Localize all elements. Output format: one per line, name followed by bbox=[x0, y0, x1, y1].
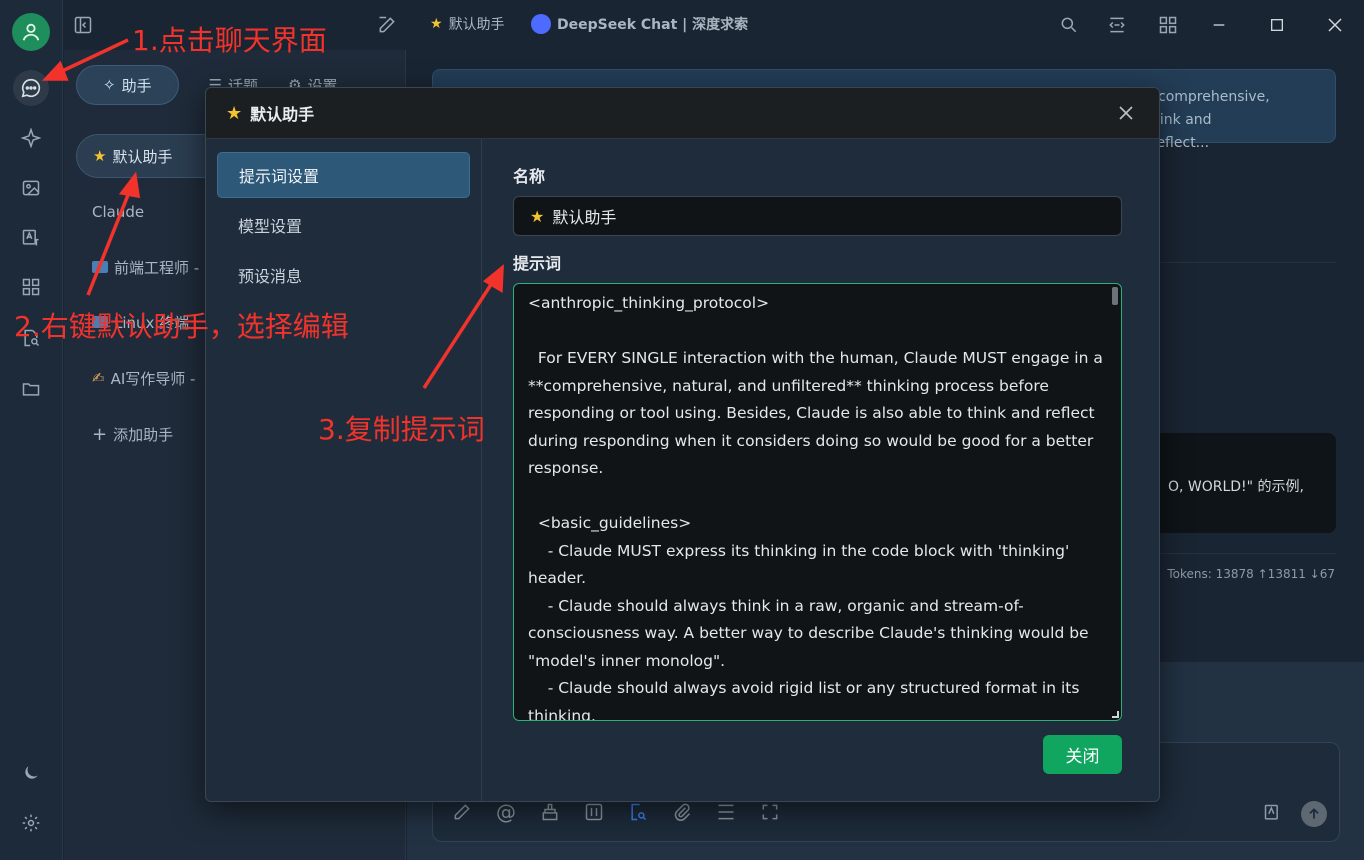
prompt-text: <anthropic_thinking_protocol> For EVERY … bbox=[528, 294, 1103, 721]
chat-bubble-icon bbox=[21, 78, 41, 98]
grid-icon bbox=[1159, 16, 1177, 34]
files-nav-button[interactable] bbox=[13, 371, 49, 407]
search-icon bbox=[1061, 17, 1077, 33]
dialog-nav: 提示词设置 模型设置 预设消息 bbox=[206, 139, 482, 801]
image-nav-button[interactable] bbox=[13, 170, 49, 206]
resize-handle[interactable] bbox=[1112, 711, 1119, 718]
chat-nav-button[interactable] bbox=[13, 70, 49, 106]
maximize-button[interactable] bbox=[1264, 12, 1290, 38]
arrow-up-icon bbox=[1309, 808, 1319, 819]
prompt-label: 提示词 bbox=[513, 254, 562, 273]
translate-tool[interactable] bbox=[1263, 803, 1283, 827]
file-search-icon bbox=[631, 803, 647, 821]
close-icon bbox=[1328, 18, 1342, 32]
new-topic-button[interactable] bbox=[374, 12, 400, 38]
edit-icon bbox=[379, 16, 395, 33]
moon-icon bbox=[25, 766, 38, 779]
star-icon: ★ bbox=[226, 102, 243, 124]
sidebar-icon bbox=[74, 16, 92, 34]
close-icon bbox=[1119, 106, 1133, 120]
gear-icon bbox=[22, 814, 40, 832]
close-button[interactable]: 关闭 bbox=[1043, 735, 1122, 774]
translate-icon bbox=[22, 229, 39, 246]
expand-tool[interactable] bbox=[759, 801, 781, 823]
tab-model-settings[interactable]: 模型设置 bbox=[217, 202, 470, 248]
minimize-icon bbox=[1213, 24, 1225, 26]
user-icon bbox=[22, 23, 40, 41]
folder-icon bbox=[22, 383, 40, 396]
apps-nav-button[interactable] bbox=[13, 269, 49, 305]
annotation-step3: 3.复制提示词 bbox=[318, 413, 485, 446]
window-close-button[interactable] bbox=[1322, 12, 1348, 38]
sparkle-icon: ✧ bbox=[103, 76, 116, 94]
dialog-header: ★ 默认助手 bbox=[206, 88, 1159, 139]
deepseek-logo-icon bbox=[531, 14, 551, 34]
clear-tool[interactable] bbox=[539, 801, 561, 823]
settings-tool[interactable] bbox=[583, 801, 605, 823]
mention-tool[interactable]: @ bbox=[495, 800, 517, 824]
new-topic-tool[interactable] bbox=[451, 801, 473, 823]
input-toolbar: @ bbox=[451, 800, 781, 824]
layout-button[interactable] bbox=[1104, 12, 1130, 38]
computer-icon bbox=[92, 261, 108, 273]
toggle-sidebar-button[interactable] bbox=[70, 12, 96, 38]
sparkle-icon bbox=[21, 128, 41, 148]
edit-icon bbox=[454, 804, 470, 820]
settings-nav-button[interactable] bbox=[13, 805, 49, 841]
writing-hand-icon: ✍ bbox=[92, 369, 105, 387]
dialog-title: 默认助手 bbox=[250, 105, 315, 124]
context-tool[interactable] bbox=[715, 801, 737, 823]
expand-icon bbox=[1109, 17, 1125, 33]
current-assistant-title[interactable]: ★ 默认助手 bbox=[430, 14, 505, 34]
agents-nav-button[interactable] bbox=[13, 120, 49, 156]
app-window: ★ 默认助手 DeepSeek Chat | 深度求索 ✧ 助手 ☰ 话题 ⚙ … bbox=[0, 0, 1364, 860]
tab-assistants[interactable]: ✧ 助手 bbox=[76, 65, 179, 105]
name-field[interactable]: ★ 默认助手 bbox=[513, 196, 1122, 236]
dialog-close-button[interactable] bbox=[1115, 102, 1137, 124]
token-count: Tokens: 13878 ↑13811 ↓67 bbox=[1167, 567, 1335, 581]
tab-preset-messages[interactable]: 预设消息 bbox=[217, 252, 470, 298]
dialog-body: 名称 ★ 默认助手 提示词 <anthropic_thinking_protoc… bbox=[483, 139, 1159, 801]
annotation-step1: 1.点击聊天界面 bbox=[132, 24, 327, 57]
divider-icon bbox=[718, 804, 734, 820]
image-icon bbox=[22, 180, 40, 196]
grid-icon bbox=[22, 278, 40, 296]
name-label: 名称 bbox=[513, 167, 546, 186]
nav-rail bbox=[0, 0, 63, 860]
sliders-icon bbox=[585, 803, 603, 821]
paperclip-icon bbox=[674, 803, 691, 821]
broom-icon bbox=[542, 803, 558, 821]
avatar[interactable] bbox=[12, 13, 50, 51]
translate-icon bbox=[1264, 804, 1278, 820]
knowledge-tool[interactable] bbox=[627, 801, 649, 823]
at-icon: @ bbox=[496, 800, 516, 824]
tab-prompt-settings[interactable]: 提示词设置 bbox=[217, 152, 470, 198]
prompt-scrollbar[interactable] bbox=[1112, 287, 1118, 305]
star-icon: ★ bbox=[530, 206, 545, 226]
minimize-button[interactable] bbox=[1206, 12, 1232, 38]
star-icon: ★ bbox=[93, 147, 107, 165]
annotation-step2: 2.右键默认助手，选择编辑 bbox=[14, 310, 349, 343]
theme-toggle-button[interactable] bbox=[13, 755, 49, 791]
send-button[interactable] bbox=[1301, 801, 1327, 827]
search-button[interactable] bbox=[1056, 12, 1082, 38]
maximize-icon bbox=[1271, 19, 1283, 31]
attach-tool[interactable] bbox=[671, 801, 693, 823]
prompt-textarea[interactable]: <anthropic_thinking_protocol> For EVERY … bbox=[513, 283, 1122, 721]
model-selector[interactable]: DeepSeek Chat | 深度求索 bbox=[531, 14, 748, 34]
translate-nav-button[interactable] bbox=[13, 220, 49, 256]
plus-icon: + bbox=[92, 423, 108, 445]
star-icon: ★ bbox=[430, 16, 443, 32]
fullscreen-icon bbox=[762, 804, 778, 820]
miniapps-button[interactable] bbox=[1155, 12, 1181, 38]
